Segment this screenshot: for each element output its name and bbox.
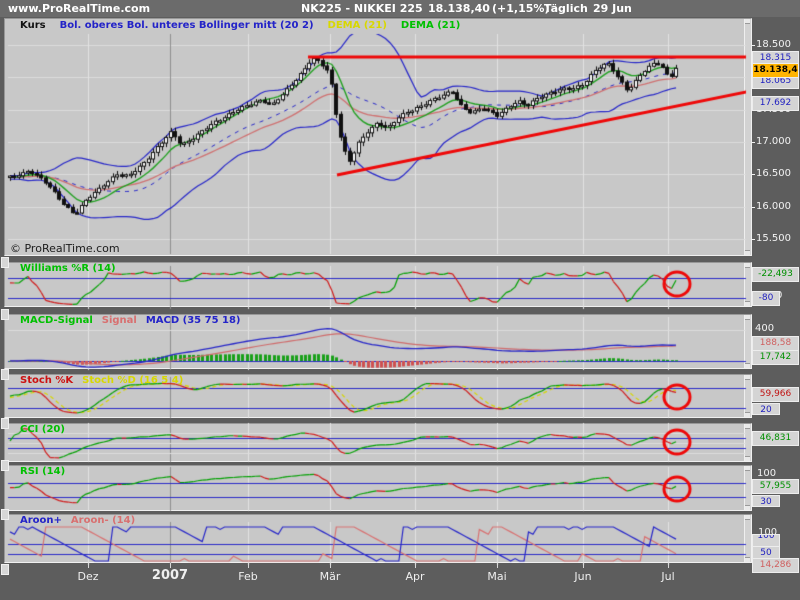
site-link[interactable]: www.ProRealTime.com [8, 2, 150, 15]
x-axis-tick-6 [583, 563, 584, 568]
x-axis-tick-3 [330, 563, 331, 568]
value-box-rsi-1: 30 [752, 495, 780, 507]
panel-rsi[interactable] [4, 465, 752, 511]
indicator-name-aroon-0[interactable]: Aroon+ [20, 515, 62, 526]
instrument-title: NK225 - NIKKEI 225 [301, 2, 423, 15]
value-box-williams-0: -22,493 [752, 267, 799, 282]
legend-item-0[interactable]: Kurs [20, 20, 46, 31]
axis-label-main-3: 16.500 [756, 168, 791, 179]
timeframe-label[interactable]: Täglich [544, 2, 588, 15]
value-box-rsi-0: 57,955 [752, 479, 799, 494]
indicator-name-stoch-0[interactable]: Stoch %K [20, 375, 73, 386]
x-axis-label-Jul: Jul [661, 570, 674, 583]
panel-grip-rsi[interactable] [1, 460, 9, 471]
axis-label-main-4: 16.000 [756, 201, 791, 212]
axis-label-rsi-0: 100 [757, 468, 776, 479]
date-label: 29 Jun [593, 2, 632, 15]
x-axis-tick-0 [88, 563, 89, 568]
x-axis-label-Mär: Mär [320, 570, 341, 583]
value-box-macd-0: 188,58 [752, 336, 799, 351]
panel-grip-macd[interactable] [1, 309, 9, 320]
indicator-name-aroon-1[interactable]: Aroon- (14) [71, 515, 135, 526]
indicator-name-williams-0[interactable]: Williams %R (14) [20, 263, 116, 274]
axis-label-main-0: 18.500 [756, 39, 791, 50]
panel-grip-bottom[interactable] [1, 564, 9, 575]
indicator-name-macd-2[interactable]: MACD (35 75 18) [146, 315, 241, 326]
panel-resize-handle[interactable] [744, 424, 751, 461]
legend-item-1[interactable]: Bol. oberes Bol. unteres Bollinger mitt … [60, 20, 314, 31]
main-legend: Kurs Bol. oberes Bol. unteres Bollinger m… [20, 20, 474, 31]
axis-label-main-2: 17.000 [756, 136, 791, 147]
x-axis-tick-4 [415, 563, 416, 568]
panel-label-rsi[interactable]: RSI (14) [20, 466, 74, 477]
panel-label-aroon[interactable]: Aroon+ Aroon- (14) [20, 515, 144, 526]
legend-item-3[interactable]: DEMA (21) [401, 20, 460, 31]
panel-resize-handle[interactable] [744, 375, 751, 417]
percent-change: (+1,15%) [492, 2, 549, 15]
indicator-name-stoch-1[interactable]: Stoch %D (16 5 4) [82, 375, 183, 386]
x-axis-label-Feb: Feb [238, 570, 257, 583]
x-axis-label-2007: 2007 [152, 568, 188, 583]
x-axis-tick-5 [497, 563, 498, 568]
value-box-main-2: 18.138,4 [752, 63, 799, 78]
last-price: 18.138,40 [428, 2, 490, 15]
watermark: © ProRealTime.com [10, 242, 120, 255]
main-price-panel[interactable] [4, 18, 752, 256]
panel-grip-aroon[interactable] [1, 509, 9, 520]
panel-resize-handle[interactable] [744, 263, 751, 306]
x-axis-label-Dez: Dez [77, 570, 98, 583]
x-axis-tick-7 [668, 563, 669, 568]
panel-cci[interactable] [4, 423, 752, 462]
x-axis-label-Mai: Mai [487, 570, 506, 583]
proreal-time-app: www.ProRealTime.com NK225 - NIKKEI 225 1… [0, 0, 800, 600]
panel-resize-handle[interactable] [744, 466, 751, 510]
indicator-name-rsi-0[interactable]: RSI (14) [20, 466, 65, 477]
panel-label-cci[interactable]: CCI (20) [20, 424, 74, 435]
x-axis-label-Apr: Apr [405, 570, 424, 583]
panel-resize-handle[interactable] [744, 515, 751, 562]
x-axis-label-Jun: Jun [574, 570, 591, 583]
panel-label-stoch[interactable]: Stoch %K Stoch %D (16 5 4) [20, 375, 192, 386]
value-box-macd-1: 17,742 [752, 350, 799, 365]
value-box-main-3: 17.692 [752, 96, 799, 111]
legend-item-2[interactable]: DEMA (21) [328, 20, 387, 31]
panel-label-williams[interactable]: Williams %R (14) [20, 263, 125, 274]
indicator-name-macd-1[interactable]: Signal [102, 315, 137, 326]
indicator-name-cci-0[interactable]: CCI (20) [20, 424, 65, 435]
panel-resize-handle[interactable] [744, 19, 751, 255]
panel-label-macd[interactable]: MACD-Signal Signal MACD (35 75 18) [20, 315, 250, 326]
panel-grip-cci[interactable] [1, 418, 9, 429]
value-box-aroon-2: 14,286 [752, 558, 799, 573]
indicator-name-macd-0[interactable]: MACD-Signal [20, 315, 93, 326]
value-box-cci-0: 46,831 [752, 431, 799, 446]
panel-grip-stoch[interactable] [1, 369, 9, 380]
value-box-stoch-1: 20 [752, 403, 780, 415]
axis-label-macd-0: 400 [755, 323, 774, 334]
top-bar: www.ProRealTime.com NK225 - NIKKEI 225 1… [0, 0, 800, 17]
panel-grip-williams[interactable] [1, 257, 9, 268]
x-axis-tick-1 [170, 563, 171, 568]
panel-resize-handle[interactable] [744, 315, 751, 368]
axis-label-main-5: 15.500 [756, 233, 791, 244]
x-axis-tick-2 [248, 563, 249, 568]
value-box-williams-1: -80 [752, 291, 780, 306]
value-box-stoch-0: 59,966 [752, 387, 799, 402]
